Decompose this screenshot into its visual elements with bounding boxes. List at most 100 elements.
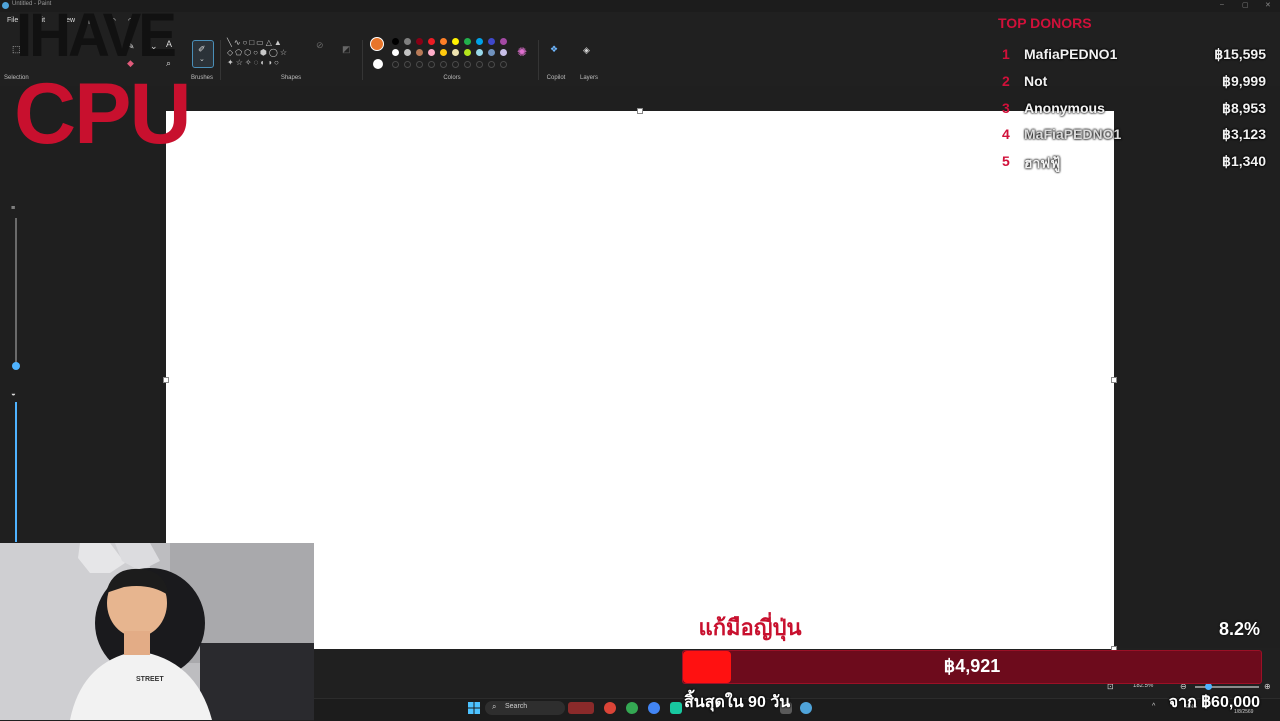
color-swatch[interactable]	[392, 38, 399, 45]
donor-rank: 5	[1002, 153, 1010, 169]
maximize-icon[interactable]: ▢	[1242, 1, 1249, 9]
color-swatch[interactable]	[404, 49, 411, 56]
color-swatch[interactable]	[500, 38, 507, 45]
brushes-label: Brushes	[190, 75, 213, 81]
color-swatch[interactable]	[464, 38, 471, 45]
color-swatch[interactable]	[476, 49, 483, 56]
donor-amount: ฿9,999	[1222, 73, 1266, 89]
resize-handle-right[interactable]	[1111, 377, 1117, 383]
ribbon-divider	[538, 40, 539, 80]
windows-start-icon[interactable]	[468, 701, 480, 714]
shapes-gallery[interactable]: ╲∿○□▭△▲ ◇⬠⬡○⬢◯☆ ✦☆✧◌◐◑○	[227, 38, 307, 74]
fill-icon[interactable]: ◩	[342, 44, 351, 55]
donor-name: ฮาฟฟู้	[1024, 155, 1061, 171]
custom-color-slot[interactable]	[476, 61, 483, 68]
paint-taskbar-icon[interactable]	[800, 702, 812, 714]
goal-days-left: สิ้นสุดใน 90 วัน	[684, 694, 791, 711]
ribbon-divider	[220, 40, 221, 80]
donor-amount: ฿1,340	[1222, 153, 1266, 169]
secondary-color-swatch[interactable]	[373, 59, 383, 69]
color-swatch[interactable]	[476, 38, 483, 45]
donor-amount: ฿8,953	[1222, 100, 1266, 116]
title-bar: Untitled - Paint – ▢ ✕	[0, 0, 1280, 12]
close-icon[interactable]: ✕	[1265, 1, 1271, 9]
donor-rank: 1	[1002, 46, 1010, 62]
brushes-button[interactable]: ✐ ⌄	[192, 40, 214, 68]
donor-rank: 4	[1002, 126, 1010, 142]
brush-size-knob[interactable]	[12, 362, 20, 370]
chrome-alt-icon[interactable]	[648, 702, 660, 714]
resize-handle-left[interactable]	[163, 377, 169, 383]
webcam-image: STREET	[0, 543, 314, 720]
custom-color-slot[interactable]	[392, 61, 399, 68]
goal-current-amount: ฿4,921	[943, 656, 1001, 676]
donor-amount: ฿15,595	[1214, 46, 1266, 62]
color-swatch[interactable]	[452, 38, 459, 45]
minimize-icon[interactable]: –	[1220, 1, 1224, 8]
donor-name: MafiaPEDNO1	[1024, 46, 1118, 62]
webcam-feed: STREET	[0, 543, 314, 720]
color-swatch[interactable]	[404, 38, 411, 45]
donor-rank: 3	[1002, 100, 1010, 116]
channel-logo-bottom: CPU	[14, 66, 192, 162]
color-swatch[interactable]	[416, 49, 423, 56]
copilot-label: Copilot	[546, 75, 566, 81]
layers-icon[interactable]: ◈	[583, 45, 590, 56]
color-swatch[interactable]	[488, 49, 495, 56]
custom-color-slot[interactable]	[452, 61, 459, 68]
color-swatch[interactable]	[488, 38, 495, 45]
brush-size-slider[interactable]	[15, 218, 17, 368]
app-icon[interactable]	[670, 702, 682, 714]
taskbar-search-label: Search	[505, 703, 528, 710]
ribbon-divider	[362, 40, 363, 80]
goal-progress-fill	[683, 651, 731, 683]
color-swatch[interactable]	[440, 38, 447, 45]
resize-handle-top[interactable]	[637, 108, 643, 114]
color-wheel-icon[interactable]: ✺	[517, 45, 527, 59]
brush-icon: ✐	[198, 44, 206, 54]
primary-color-swatch[interactable]	[370, 37, 384, 51]
color-swatch[interactable]	[452, 49, 459, 56]
goal-title: แก้มือญี่ปุ่น	[698, 615, 802, 640]
color-swatch[interactable]	[464, 49, 471, 56]
opacity-slider[interactable]	[15, 402, 17, 542]
zoom-slider-knob[interactable]	[1205, 683, 1212, 690]
shapes-label: Shapes	[280, 75, 302, 81]
search-icon: ⌕	[492, 702, 497, 711]
custom-color-slot[interactable]	[428, 61, 435, 68]
donor-amount: ฿3,123	[1222, 126, 1266, 142]
brush-size-icon: ≡	[11, 205, 16, 212]
color-swatch[interactable]	[500, 49, 507, 56]
color-swatch[interactable]	[440, 49, 447, 56]
color-swatch[interactable]	[416, 38, 423, 45]
custom-color-slot[interactable]	[464, 61, 471, 68]
custom-color-slot[interactable]	[416, 61, 423, 68]
color-swatch[interactable]	[428, 49, 435, 56]
chrome-icon[interactable]	[604, 702, 616, 714]
color-swatch[interactable]	[392, 49, 399, 56]
donor-name: Anonymous	[1024, 100, 1105, 116]
donors-title: TOP DONORS	[998, 15, 1092, 31]
donor-name: MaFiaPEDNO1	[1024, 126, 1122, 142]
chevron-down-icon: ⌄	[199, 56, 205, 63]
custom-color-slot[interactable]	[440, 61, 447, 68]
custom-color-slot[interactable]	[488, 61, 495, 68]
taskbar-widget-icon[interactable]	[568, 702, 594, 714]
chrome-profile-icon[interactable]	[626, 702, 638, 714]
zoom-in-icon[interactable]: ⊕	[1264, 682, 1271, 691]
opacity-icon: ◒	[11, 389, 16, 398]
paint-app-icon	[2, 2, 9, 9]
color-swatch[interactable]	[428, 38, 435, 45]
color-palette	[392, 38, 512, 72]
donor-rank: 2	[1002, 73, 1010, 89]
copilot-icon[interactable]: ❖	[550, 44, 558, 55]
colors-label: Colors	[443, 75, 461, 81]
custom-color-slot[interactable]	[404, 61, 411, 68]
goal-percent: 8.2%	[1218, 619, 1260, 639]
windows-logo-icon	[468, 702, 480, 714]
taskbar	[314, 698, 1280, 721]
svg-text:STREET: STREET	[136, 676, 164, 683]
channel-logo-top: IHAVE	[16, 1, 177, 70]
custom-color-slot[interactable]	[500, 61, 507, 68]
outline-icon[interactable]: ⊘	[316, 40, 324, 51]
